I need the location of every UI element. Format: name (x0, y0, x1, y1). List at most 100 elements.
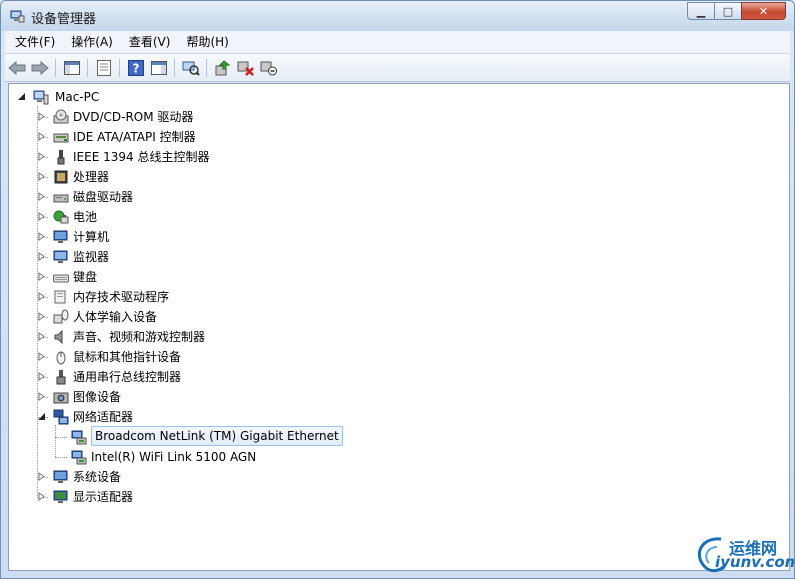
expand-arrow-icon[interactable] (37, 392, 46, 401)
device-manager-app-icon (10, 10, 25, 23)
expand-arrow-icon[interactable] (37, 312, 46, 321)
uninstall-button[interactable] (235, 57, 257, 79)
tree-category-label: 鼠标和其他指针设备 (73, 350, 182, 364)
minimize-button[interactable]: ▁ (687, 2, 714, 20)
back-button[interactable] (6, 57, 28, 79)
expand-arrow-icon[interactable] (37, 212, 46, 221)
action-pane-icon (151, 60, 167, 75)
svg-text:?: ? (133, 61, 140, 75)
tree-category-label: 监视器 (73, 250, 110, 264)
device-manager-window: 设备管理器 ▁ □ ✕ 文件(F) 操作(A) 查看(V) 帮助(H) ? Ma… (0, 0, 795, 579)
tree-category-label: 网络适配器 (73, 410, 134, 424)
menu-view[interactable]: 查看(V) (123, 32, 177, 52)
expand-arrow-icon[interactable] (37, 192, 46, 201)
tree-category-label: IEEE 1394 总线主控制器 (73, 150, 210, 164)
expand-arrow-icon[interactable] (37, 152, 46, 161)
tree-category-label: 计算机 (73, 230, 110, 244)
computer-icon (53, 230, 68, 243)
ide-controller-icon (53, 133, 69, 143)
forward-icon (31, 60, 49, 75)
window-title: 设备管理器 (31, 12, 97, 27)
device-label: Intel(R) WiFi Link 5100 AGN (91, 450, 257, 464)
expand-arrow-icon[interactable] (37, 492, 46, 501)
selected-device-label: Broadcom NetLink (TM) Gigabit Ethernet (91, 426, 343, 446)
toolbar: ? (5, 54, 790, 82)
keyboard-icon (53, 274, 69, 283)
update-driver-button[interactable] (212, 57, 234, 79)
action-pane-button[interactable] (148, 57, 170, 79)
expand-arrow-icon[interactable] (37, 252, 46, 261)
help-icon: ? (128, 59, 144, 76)
properties-icon (97, 59, 111, 76)
scan-hardware-button[interactable] (180, 57, 202, 79)
close-button[interactable]: ✕ (741, 2, 786, 20)
expand-arrow-icon[interactable] (37, 372, 46, 381)
collapse-arrow-icon[interactable] (17, 92, 26, 101)
tree-category-label: 键盘 (73, 270, 98, 284)
help-button[interactable]: ? (125, 57, 147, 79)
maximize-button[interactable]: □ (714, 2, 741, 20)
expand-arrow-icon[interactable] (37, 332, 46, 341)
dvd-icon (53, 109, 69, 124)
expand-arrow-icon[interactable] (37, 272, 46, 281)
expand-arrow-icon[interactable] (37, 232, 46, 241)
root-label: Mac-PC (55, 90, 100, 104)
menu-action[interactable]: 操作(A) (65, 32, 119, 52)
close-icon: ✕ (758, 4, 769, 18)
tree-category-label: 处理器 (73, 170, 110, 184)
disable-icon (260, 61, 277, 75)
sound-icon (54, 329, 63, 345)
network-adapter-icon (53, 409, 69, 425)
computer-root-icon (33, 90, 49, 105)
console-tree-button[interactable] (61, 57, 83, 79)
mouse-icon (56, 351, 66, 365)
properties-button[interactable] (93, 57, 115, 79)
minimize-icon: ▁ (696, 4, 706, 18)
network-card-icon (71, 430, 87, 445)
hid-icon (53, 309, 69, 324)
tree-category-label: 通用串行总线控制器 (73, 370, 182, 384)
tree-category-label: 内存技术驱动程序 (73, 290, 170, 304)
expand-arrow-icon[interactable] (37, 292, 46, 301)
title-bar[interactable]: 设备管理器 ▁ □ ✕ (1, 1, 794, 31)
tree-category-label: IDE ATA/ATAPI 控制器 (73, 130, 196, 144)
tree-category-label: 电池 (73, 210, 98, 224)
console-tree-icon (64, 60, 80, 75)
tree-category-label: 系统设备 (73, 470, 122, 484)
update-driver-icon (215, 59, 231, 75)
display-adapter-icon (53, 490, 68, 503)
expand-arrow-icon[interactable] (37, 472, 46, 481)
usb-icon (56, 370, 66, 385)
device-tree[interactable]: Mac-PC DVD/CD-ROM 驱动器 IDE ATA/ATAPI 控制器 IE… (8, 83, 790, 571)
imaging-icon (53, 392, 69, 404)
maximize-icon: □ (722, 4, 734, 18)
tree-category-label: 显示适配器 (73, 490, 134, 504)
expand-arrow-icon[interactable] (37, 112, 46, 121)
menu-file[interactable]: 文件(F) (9, 32, 61, 52)
processor-icon (54, 170, 68, 184)
back-icon (8, 60, 26, 75)
expand-arrow-icon[interactable] (37, 172, 46, 181)
forward-button[interactable] (29, 57, 51, 79)
monitor-icon (53, 250, 68, 263)
menu-help[interactable]: 帮助(H) (180, 32, 234, 52)
network-card-icon (71, 450, 87, 465)
disable-button[interactable] (258, 57, 280, 79)
tree-category-label: DVD/CD-ROM 驱动器 (73, 110, 194, 124)
expand-arrow-icon[interactable] (37, 352, 46, 361)
tree-category-label: 人体学输入设备 (73, 310, 158, 324)
scan-hardware-icon (182, 61, 200, 76)
ieee1394-icon (57, 150, 65, 165)
memory-tech-icon (54, 290, 66, 304)
tree-category-label: 声音、视频和游戏控制器 (73, 330, 206, 344)
watermark-logo: 运维网 iyunv.com (691, 531, 794, 577)
watermark-url: iyunv.com (715, 553, 795, 571)
uninstall-icon (237, 61, 254, 76)
disk-drive-icon (53, 194, 69, 203)
menu-bar: 文件(F) 操作(A) 查看(V) 帮助(H) (5, 31, 790, 54)
tree-category-label: 磁盘驱动器 (73, 190, 134, 204)
expand-arrow-icon[interactable] (37, 132, 46, 141)
system-devices-icon (53, 470, 68, 483)
collapse-arrow-icon[interactable] (37, 412, 46, 421)
tree-category-label: 图像设备 (73, 390, 122, 404)
